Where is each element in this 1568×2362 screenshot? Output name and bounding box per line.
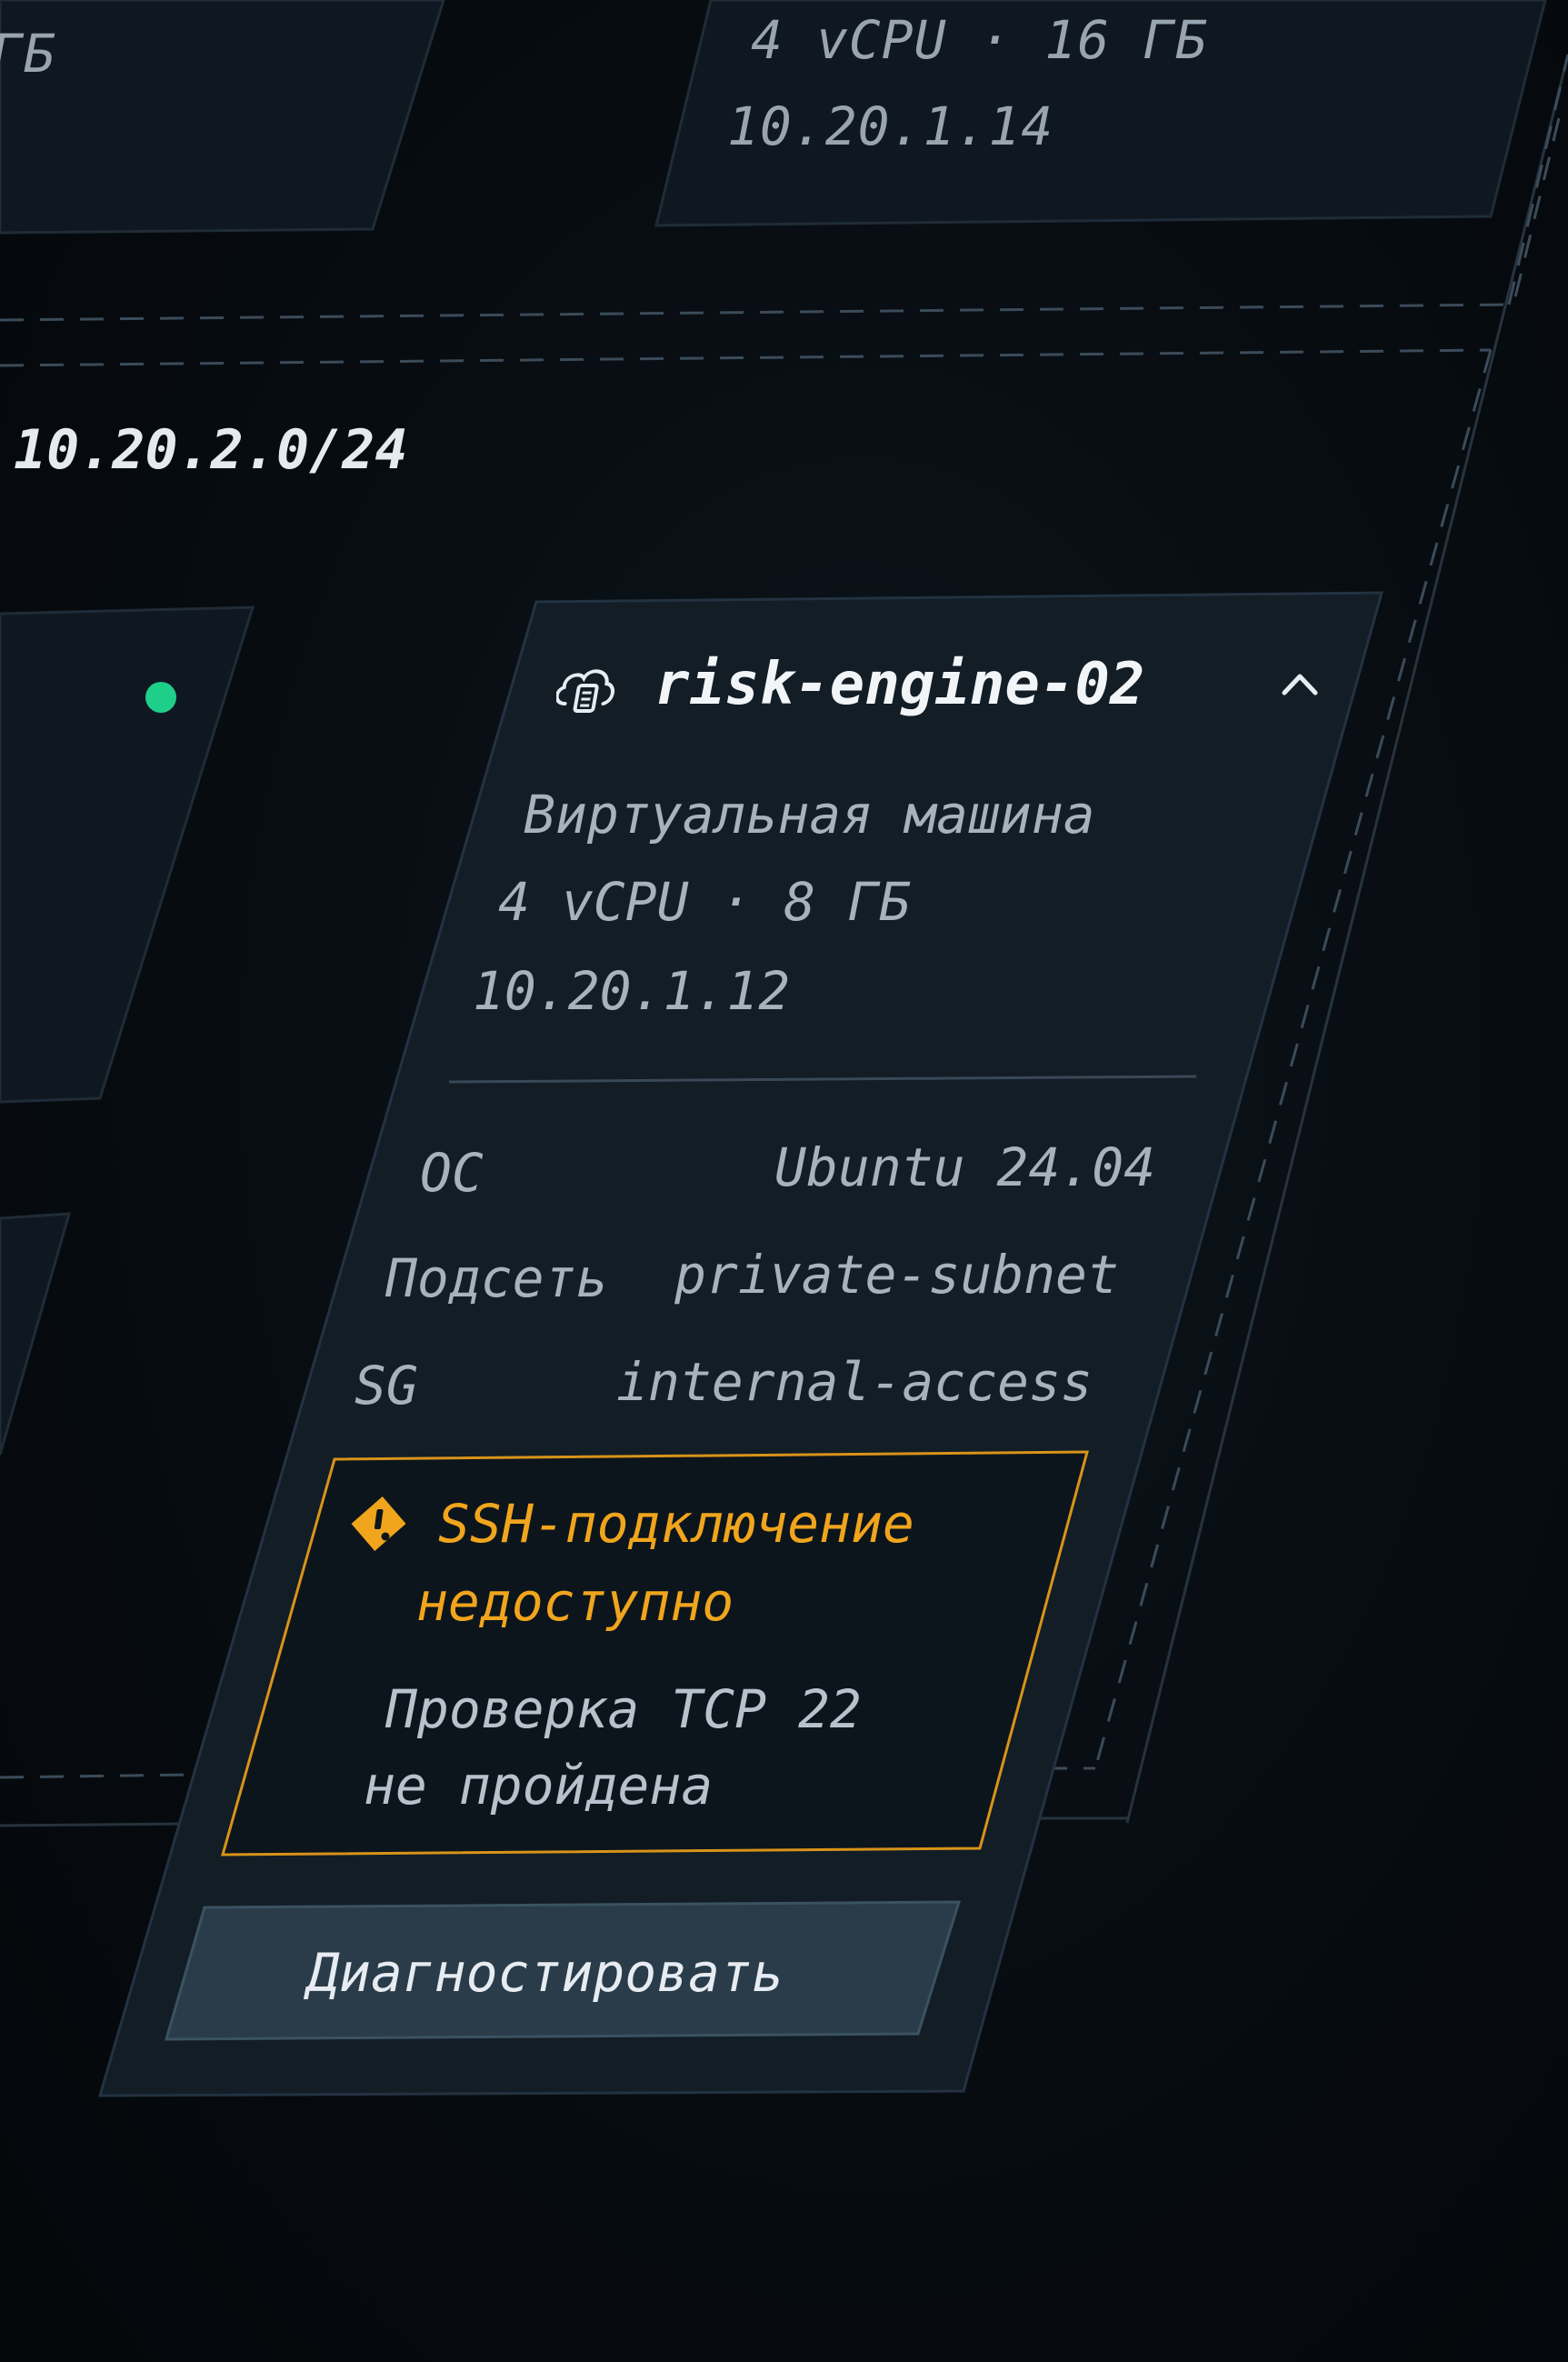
detail-label-subnet: Подсеть [385, 1247, 608, 1309]
canvas: ГБ 4 vCPU · 16 ГБ 10.20.1.14 10.20.2.0/2… [0, 0, 1568, 2362]
alert-title-line2: недоступно [416, 1571, 734, 1633]
subnet-cidr: 10.20.2.0/24 [14, 418, 408, 482]
warning-icon [350, 1495, 408, 1553]
diagnose-button[interactable]: Диагностировать [173, 1907, 954, 2038]
chevron-up-icon[interactable] [1277, 666, 1323, 702]
right-card-specs: 4 vCPU · 16 ГБ [751, 9, 1208, 71]
detail-label-os: ОС [420, 1142, 484, 1204]
vm-type: Виртуальная машина [524, 784, 1095, 846]
vm-card-header[interactable]: risk-engine-02 [554, 647, 1338, 729]
vm-ip: 10.20.1.12 [473, 960, 791, 1022]
cloud-server-icon [554, 660, 624, 716]
vm-specs: 4 vCPU · 8 ГБ [498, 871, 911, 933]
right-card-ip: 10.20.1.14 [727, 95, 1054, 157]
alert-title-line1: SSH-подключение [438, 1493, 914, 1555]
alert-desc-line2: не пройдена [364, 1755, 714, 1817]
alert-desc-line1: Проверка TCP 22 [385, 1678, 862, 1740]
left-card-memory: ГБ [0, 23, 56, 85]
diagnose-button-label: Диагностировать [307, 1942, 784, 2004]
detail-label-sg: SG [355, 1355, 418, 1416]
detail-value-sg: internal-access [616, 1351, 1093, 1413]
detail-value-subnet: private-subnet [674, 1244, 1119, 1306]
status-online-dot [145, 682, 176, 713]
detail-value-os: Ubuntu 24.04 [774, 1136, 1156, 1198]
vm-name: risk-engine-02 [654, 651, 1145, 718]
